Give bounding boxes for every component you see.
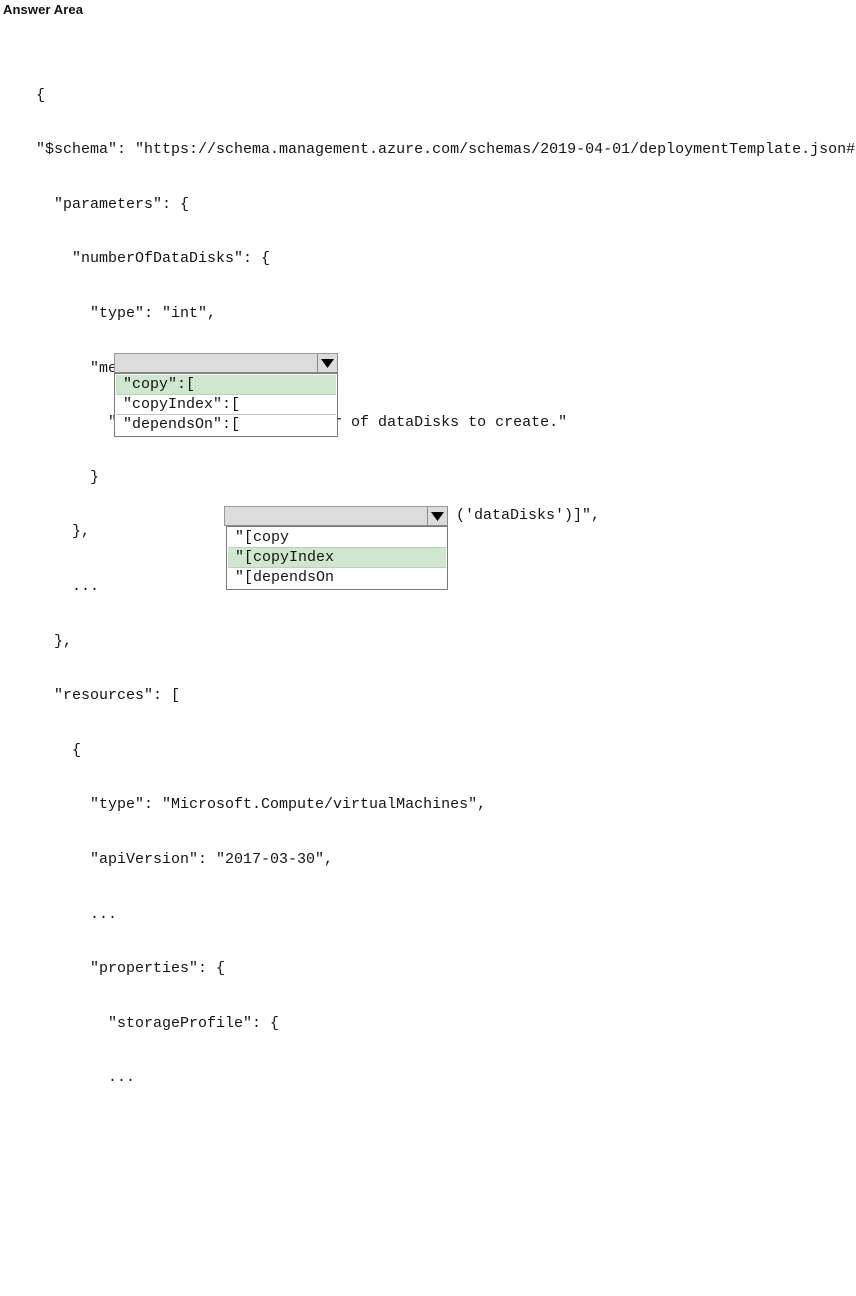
dropdown-1-spacer <box>0 1142 856 1164</box>
dropdown-option[interactable]: "copy":[ <box>116 375 336 395</box>
code-line: "numberOfDataDisks": { <box>0 250 271 268</box>
lun-expression-dropdown-list[interactable]: "[copy "[copyIndex "[dependsOn <box>226 526 448 590</box>
page-title: Answer Area <box>3 2 84 17</box>
dropdown-1-list-spacer <box>0 1201 856 1267</box>
code-line: ... <box>0 1069 136 1087</box>
json-template-code: { "$schema": "https://schema.management.… <box>0 32 856 1296</box>
dropdown-option[interactable]: "[copyIndex <box>228 548 446 568</box>
lun-expression-dropdown-value <box>225 507 427 525</box>
code-line: "resources": [ <box>0 687 181 705</box>
chevron-down-icon[interactable] <box>317 354 337 372</box>
code-line: }, <box>0 632 73 650</box>
dropdown-option[interactable]: "dependsOn":[ <box>116 415 336 435</box>
code-line: { <box>0 741 82 759</box>
copy-property-dropdown[interactable]: "copy":[ "copyIndex":[ "dependsOn":[ <box>114 353 338 437</box>
dropdown-option[interactable]: "[dependsOn <box>228 568 446 588</box>
lun-value-suffix: ('dataDisks')]", <box>456 507 601 524</box>
dropdown-option[interactable]: "[copy <box>228 528 446 548</box>
code-line: ... <box>0 905 118 923</box>
code-line: "properties": { <box>0 960 226 978</box>
code-line: "type": "int", <box>0 304 217 322</box>
lun-expression-dropdown-button[interactable] <box>224 506 448 526</box>
code-line: "storageProfile": { <box>0 1014 280 1032</box>
code-line: } <box>0 468 100 486</box>
code-line: "$schema": "https://schema.management.az… <box>0 141 856 159</box>
copy-property-dropdown-value <box>115 354 317 372</box>
lun-expression-dropdown[interactable]: "[copy "[copyIndex "[dependsOn <box>224 506 448 590</box>
code-line: "type": "Microsoft.Compute/virtualMachin… <box>0 796 487 814</box>
code-line: "apiVersion": "2017-03-30", <box>0 850 334 868</box>
code-line: "parameters": { <box>0 195 190 213</box>
copy-property-dropdown-button[interactable] <box>114 353 338 373</box>
chevron-down-icon[interactable] <box>427 507 447 525</box>
dropdown-option[interactable]: "copyIndex":[ <box>116 395 336 415</box>
code-line: { <box>0 86 46 104</box>
copy-property-dropdown-list[interactable]: "copy":[ "copyIndex":[ "dependsOn":[ <box>114 373 338 437</box>
